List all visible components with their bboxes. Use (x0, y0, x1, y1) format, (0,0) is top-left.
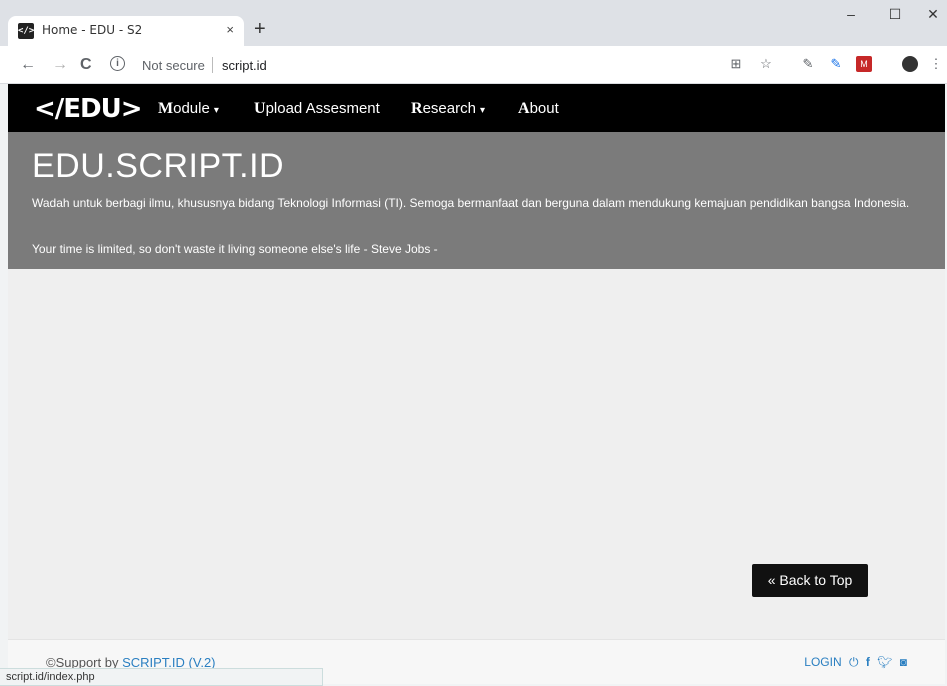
chevron-down-icon: ▾ (213, 105, 219, 116)
menu-upload-initial: U (254, 100, 266, 117)
eyedropper-extension-icon[interactable]: ✎ (800, 56, 816, 72)
forward-icon[interactable]: → (52, 56, 68, 74)
favicon-icon: </> (18, 23, 34, 39)
security-label: Not secure (142, 58, 205, 73)
menu-about-initial: A (518, 100, 530, 117)
pen-extension-icon[interactable]: ✎ (828, 56, 844, 72)
window-close-button[interactable]: ✕ (918, 6, 947, 23)
instagram-icon[interactable]: ◙ (900, 655, 907, 669)
menu-module-label: odule (173, 100, 210, 117)
hero-quote: Your time is limited, so don't waste it … (32, 242, 438, 256)
browser-toolbar: ← → C i Not secure script.id ⊞ ☆ ✎ ✎ M ⋮ (0, 46, 947, 84)
status-bar-url: script.id/index.php (0, 668, 323, 686)
back-icon[interactable]: ← (20, 56, 36, 74)
hero-banner: EDU.SCRIPT.ID Wadah untuk berbagi ilmu, … (8, 132, 945, 269)
back-to-top-button[interactable]: « Back to Top (752, 564, 868, 597)
omnibox-separator (212, 57, 213, 73)
new-tab-button[interactable]: + (254, 19, 266, 39)
menu-research-initial: R (411, 100, 423, 117)
menu-research[interactable]: Research ▾ (411, 100, 485, 118)
translate-icon[interactable]: ⊞ (728, 56, 744, 72)
hero-description: Wadah untuk berbagi ilmu, khususnya bida… (32, 196, 910, 210)
chevron-down-icon: ▾ (479, 105, 485, 116)
extension-red-icon[interactable]: M (856, 56, 872, 72)
browser-titlebar: </> Home - EDU - S2 × + – ☐ ✕ (0, 0, 947, 46)
menu-about-label: bout (529, 100, 559, 117)
menu-research-label: esearch (422, 100, 476, 117)
minimize-button[interactable]: – (836, 6, 866, 22)
reload-icon[interactable]: C (80, 56, 92, 74)
close-icon[interactable]: × (226, 22, 234, 37)
bookmark-star-icon[interactable]: ☆ (758, 56, 774, 72)
menu-module[interactable]: Module ▾ (158, 100, 219, 118)
menu-upload-assesment[interactable]: Upload Assesment (254, 100, 380, 118)
tab-title: Home - EDU - S2 (42, 23, 143, 37)
menu-about[interactable]: About (518, 100, 559, 118)
menu-module-initial: M (158, 100, 174, 117)
web-page: </EDU> Module ▾ Upload Assesment Research… (8, 84, 945, 684)
profile-avatar-icon[interactable] (902, 56, 918, 72)
site-logo[interactable]: </EDU> (34, 94, 143, 124)
url-text[interactable]: script.id (222, 58, 267, 73)
power-icon[interactable]: ⏻ (849, 655, 859, 669)
site-navbar: </EDU> Module ▾ Upload Assesment Research… (8, 84, 945, 132)
facebook-icon[interactable]: f (866, 655, 870, 669)
menu-kebab-icon[interactable]: ⋮ (928, 56, 944, 72)
browser-tab[interactable]: </> Home - EDU - S2 × (8, 16, 244, 46)
twitter-icon[interactable]: 🐦︎ (877, 655, 892, 669)
footer-links: LOGIN ⏻ f 🐦︎ ◙ (800, 655, 907, 670)
maximize-button[interactable]: ☐ (880, 6, 910, 23)
login-link[interactable]: LOGIN (804, 655, 841, 669)
page-title: EDU.SCRIPT.ID (32, 147, 285, 185)
address-bar[interactable]: i Not secure script.id (106, 51, 816, 78)
menu-upload-label: pload Assesment (265, 100, 380, 117)
info-icon[interactable]: i (110, 56, 125, 71)
